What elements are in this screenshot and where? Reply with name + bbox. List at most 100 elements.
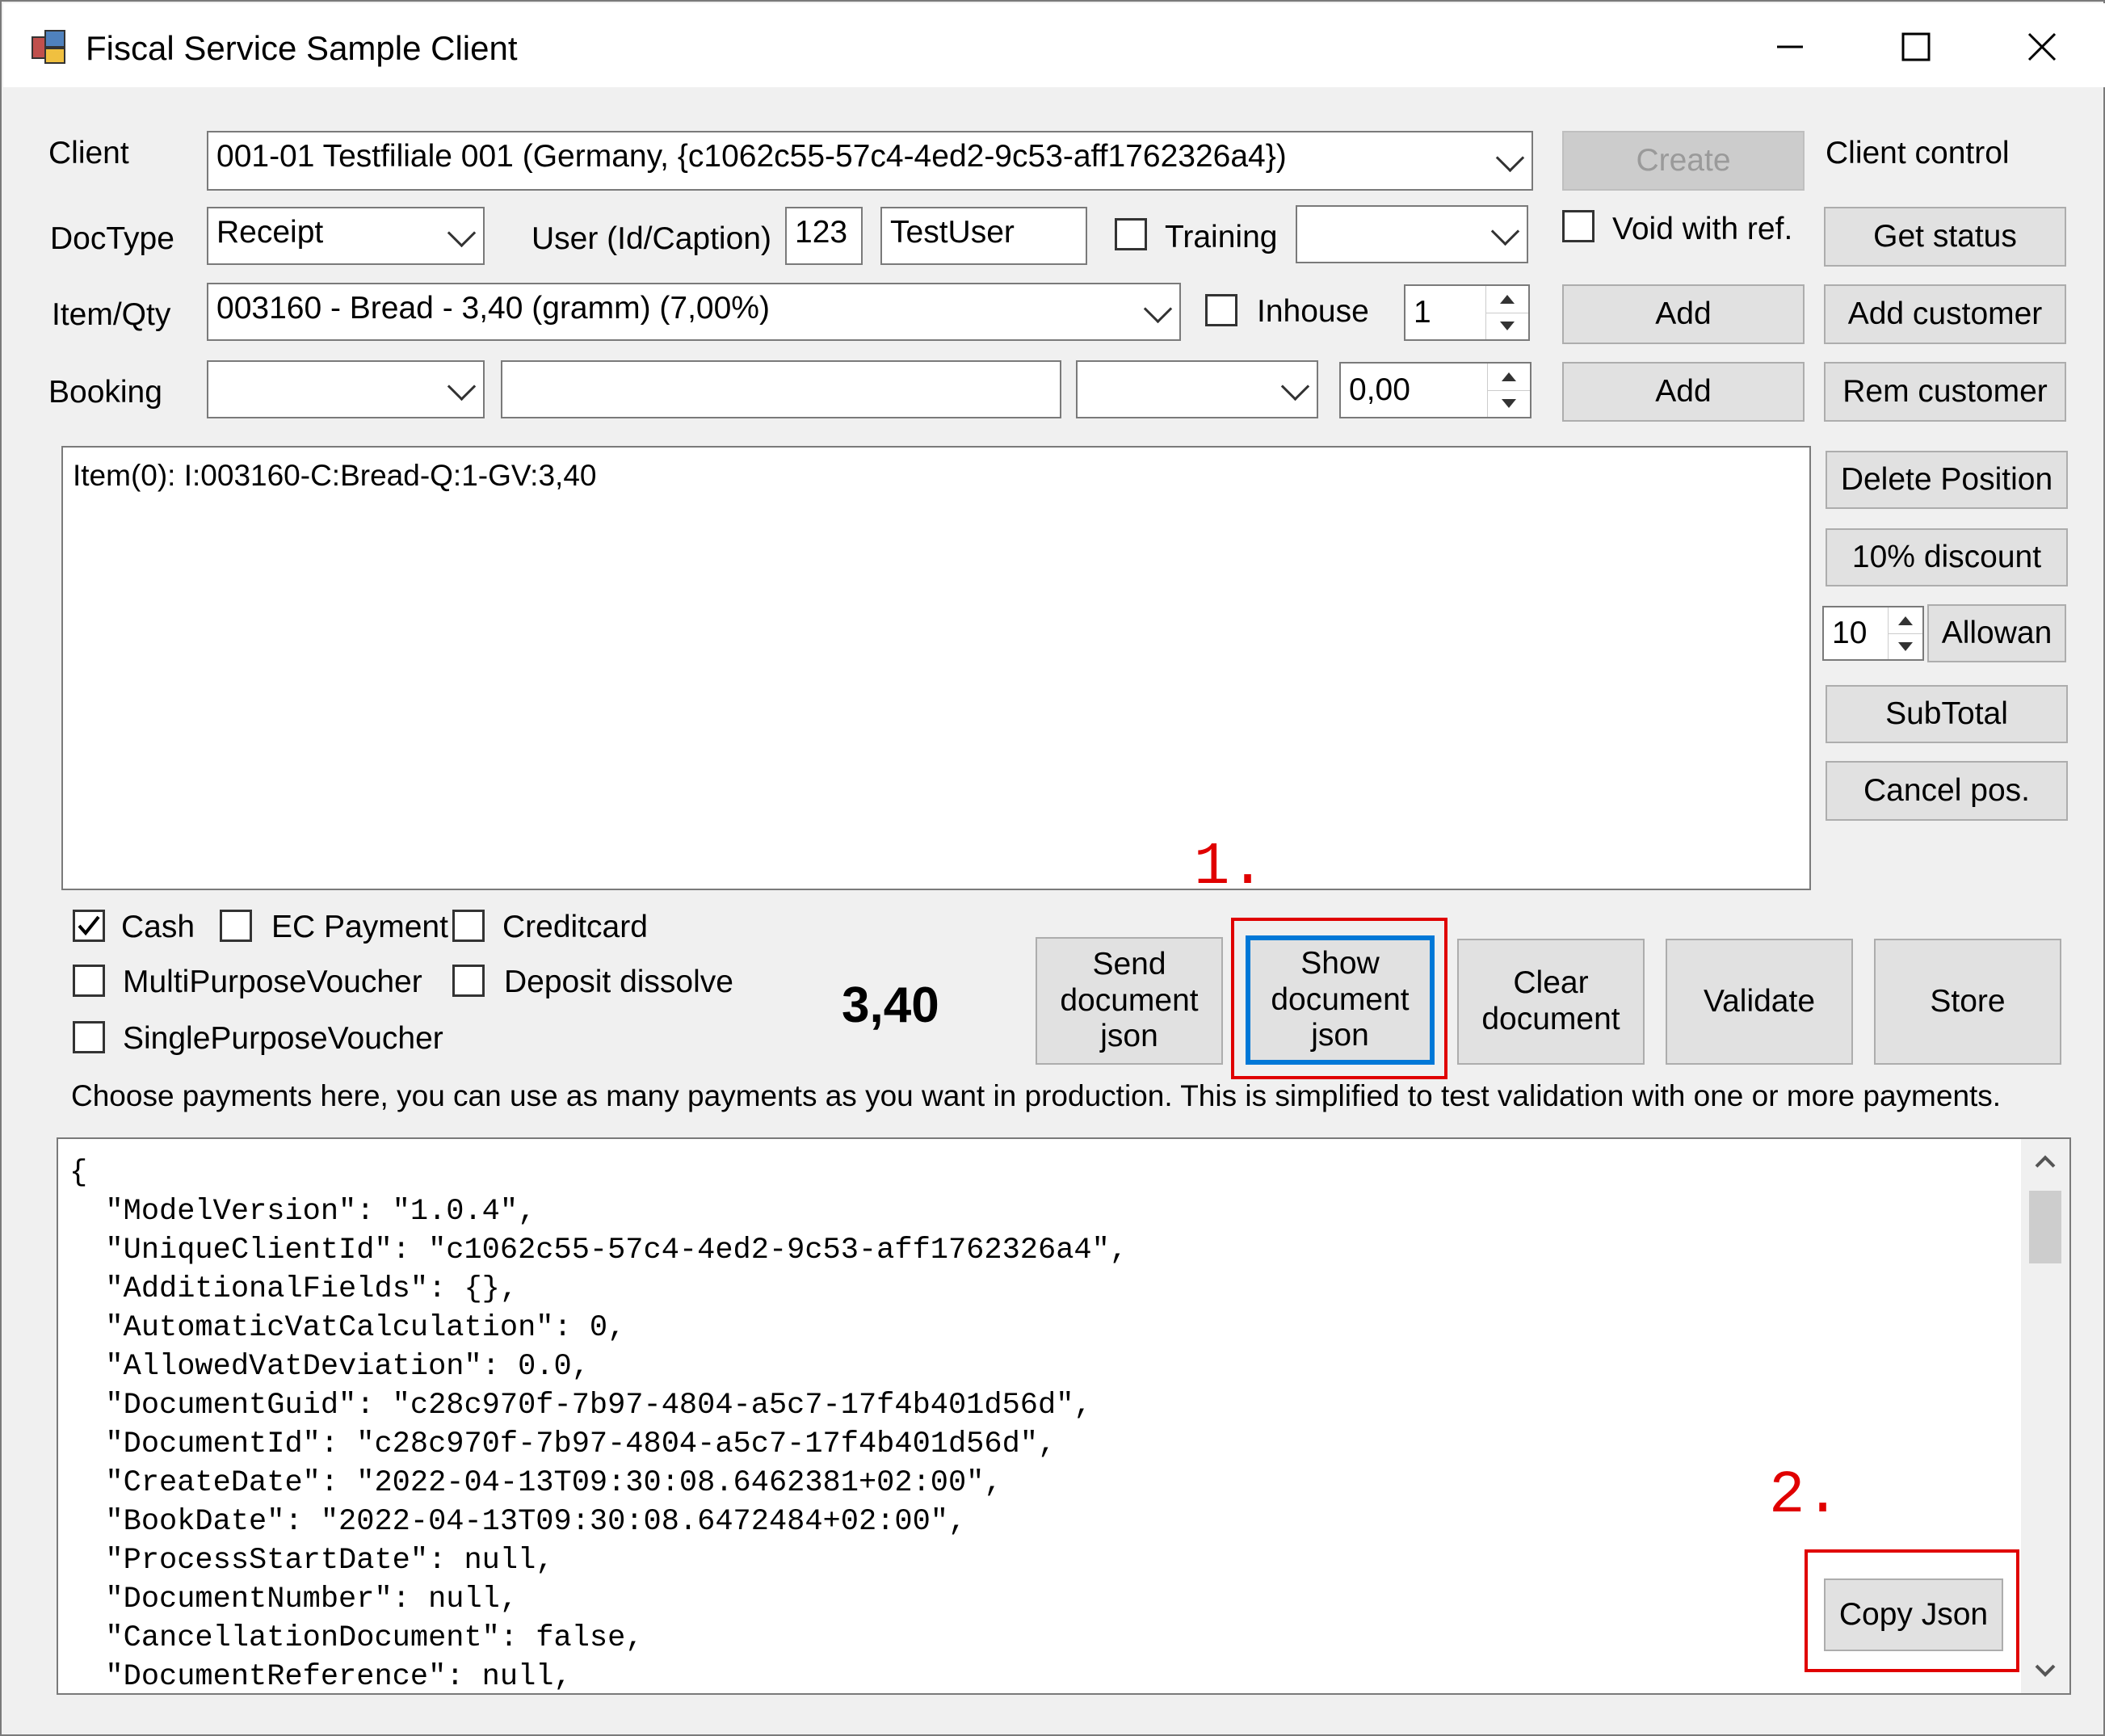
validate-button[interactable]: Validate: [1666, 939, 1853, 1065]
scroll-thumb[interactable]: [2029, 1191, 2061, 1263]
json-line: "UniqueClientId": "c1062c55-57c4-4ed2-9c…: [69, 1234, 1128, 1267]
discount-button[interactable]: 10% discount: [1826, 528, 2068, 586]
stepper-up-icon[interactable]: [1488, 364, 1530, 391]
allowance-button[interactable]: Allowan: [1927, 604, 2066, 662]
booking-text-input[interactable]: [501, 360, 1061, 418]
cancel-pos-button[interactable]: Cancel pos.: [1826, 761, 2068, 821]
title-bar[interactable]: Fiscal Service Sample Client: [3, 3, 2105, 87]
minimize-button[interactable]: [1727, 5, 1853, 89]
send-document-json-button[interactable]: Send document json: [1036, 937, 1223, 1065]
booking-second-select[interactable]: [1076, 360, 1318, 418]
singlepurpose-voucher-label: SinglePurposeVoucher: [123, 1021, 443, 1056]
client-select[interactable]: 001-01 Testfiliale 001 (Germany, {c1062c…: [207, 131, 1533, 191]
deposit-dissolve-label: Deposit dissolve: [504, 965, 733, 999]
creditcard-label: Creditcard: [502, 910, 648, 944]
allowance-stepper[interactable]: 10: [1822, 606, 1924, 661]
positions-list[interactable]: Item(0): I:003160-C:Bread-Q:1-GV:3,40: [61, 446, 1811, 890]
stepper-down-icon[interactable]: [1486, 313, 1528, 339]
booking-amount-stepper[interactable]: 0,00: [1339, 362, 1531, 418]
json-line: "AutomaticVatCalculation": 0,: [69, 1311, 626, 1345]
booking-type-select[interactable]: [207, 360, 485, 418]
inhouse-label: Inhouse: [1257, 294, 1369, 329]
json-line: "DocumentId": "c28c970f-7b97-4804-a5c7-1…: [69, 1427, 1057, 1461]
json-output-textarea[interactable]: { "ModelVersion": "1.0.4", "UniqueClient…: [57, 1137, 2071, 1695]
maximize-icon: [1901, 32, 1931, 61]
scroll-down-icon[interactable]: [2021, 1648, 2069, 1693]
training-select[interactable]: [1296, 205, 1528, 263]
inhouse-checkbox[interactable]: [1205, 294, 1237, 326]
doctype-select-value: Receipt: [216, 215, 324, 250]
window-title: Fiscal Service Sample Client: [86, 29, 518, 67]
json-line: "AdditionalFields": {},: [69, 1272, 519, 1306]
rem-customer-button[interactable]: Rem customer: [1824, 362, 2066, 422]
ec-payment-checkbox[interactable]: [220, 910, 252, 942]
create-button[interactable]: Create: [1562, 131, 1805, 191]
user-id-input[interactable]: 123: [785, 207, 863, 265]
json-line: "DocumentGuid": "c28c970f-7b97-4804-a5c7…: [69, 1389, 1092, 1423]
stepper-arrows: [1487, 364, 1530, 417]
stepper-up-icon[interactable]: [1889, 607, 1922, 634]
json-line: "ModelVersion": "1.0.4",: [69, 1195, 536, 1229]
stepper-up-icon[interactable]: [1486, 286, 1528, 313]
scroll-up-icon[interactable]: [2021, 1139, 2069, 1184]
doctype-label: DocType: [50, 221, 174, 256]
ec-payment-label: EC Payment: [271, 910, 448, 944]
add-item-button[interactable]: Add: [1562, 284, 1805, 344]
step-2-annotation: 2.: [1769, 1462, 1841, 1530]
item-qty-label: Item/Qty: [52, 297, 171, 332]
multipurpose-voucher-checkbox[interactable]: [73, 965, 105, 997]
item-select-value: 003160 - Bread - 3,40 (gramm) (7,00%): [216, 291, 770, 326]
store-button[interactable]: Store: [1874, 939, 2061, 1065]
delete-position-button[interactable]: Delete Position: [1826, 451, 2068, 509]
client-select-value: 001-01 Testfiliale 001 (Germany, {c1062c…: [216, 139, 1287, 174]
doctype-select[interactable]: Receipt: [207, 207, 485, 265]
json-line: "ProcessStartDate": null,: [69, 1544, 554, 1578]
training-checkbox[interactable]: [1115, 218, 1147, 250]
json-line: "CreateDate": "2022-04-13T09:30:08.64623…: [69, 1466, 1002, 1500]
chevron-down-icon: [447, 218, 477, 248]
total-amount: 3,40: [842, 977, 939, 1033]
app-icon: [32, 30, 65, 64]
stepper-down-icon[interactable]: [1889, 633, 1922, 659]
get-status-button[interactable]: Get status: [1824, 207, 2066, 267]
clear-document-button[interactable]: Clear document: [1457, 939, 1645, 1065]
highlight-box-1: [1231, 918, 1447, 1079]
check-icon: [78, 915, 100, 936]
app-window: Fiscal Service Sample Client Client 001-…: [0, 0, 2105, 1736]
item-select[interactable]: 003160 - Bread - 3,40 (gramm) (7,00%): [207, 283, 1181, 341]
allowance-value: 10: [1832, 616, 1868, 650]
json-lines: { "ModelVersion": "1.0.4", "UniqueClient…: [69, 1154, 1128, 1694]
copy-json-button[interactable]: Copy Json: [1824, 1578, 2003, 1651]
void-label: Void with ref.: [1612, 212, 1793, 246]
json-line: "CancellationDocument": false,: [69, 1621, 644, 1655]
client-control-label: Client control: [1826, 136, 2010, 170]
chevron-down-icon: [447, 372, 477, 401]
booking-label: Booking: [48, 375, 162, 410]
add-booking-button[interactable]: Add: [1562, 362, 1805, 422]
training-label: Training: [1165, 220, 1278, 254]
json-line: "DocumentReference": null,: [69, 1660, 572, 1694]
void-checkbox[interactable]: [1562, 210, 1595, 242]
quantity-stepper[interactable]: 1: [1404, 284, 1530, 341]
close-button[interactable]: [1979, 5, 2105, 89]
add-customer-button[interactable]: Add customer: [1824, 284, 2066, 344]
json-line: "DocumentNumber": null,: [69, 1583, 519, 1616]
deposit-dissolve-checkbox[interactable]: [452, 965, 485, 997]
subtotal-button[interactable]: SubTotal: [1826, 685, 2068, 743]
creditcard-checkbox[interactable]: [452, 910, 485, 942]
singlepurpose-voucher-checkbox[interactable]: [73, 1021, 105, 1053]
list-item[interactable]: Item(0): I:003160-C:Bread-Q:1-GV:3,40: [73, 459, 596, 493]
maximize-button[interactable]: [1853, 5, 1979, 89]
cash-checkbox[interactable]: [73, 910, 105, 942]
user-caption-input[interactable]: TestUser: [880, 207, 1087, 265]
vertical-scrollbar[interactable]: [2021, 1139, 2069, 1693]
chevron-down-icon: [1495, 143, 1525, 173]
multipurpose-voucher-label: MultiPurposeVoucher: [123, 965, 422, 999]
stepper-arrows: [1485, 286, 1528, 339]
chevron-down-icon: [1143, 294, 1173, 324]
close-icon: [2027, 32, 2057, 61]
json-line: "AllowedVatDeviation": 0.0,: [69, 1350, 590, 1384]
stepper-down-icon[interactable]: [1488, 390, 1530, 417]
chevron-down-icon: [1280, 372, 1310, 401]
chevron-down-icon: [1490, 216, 1520, 246]
